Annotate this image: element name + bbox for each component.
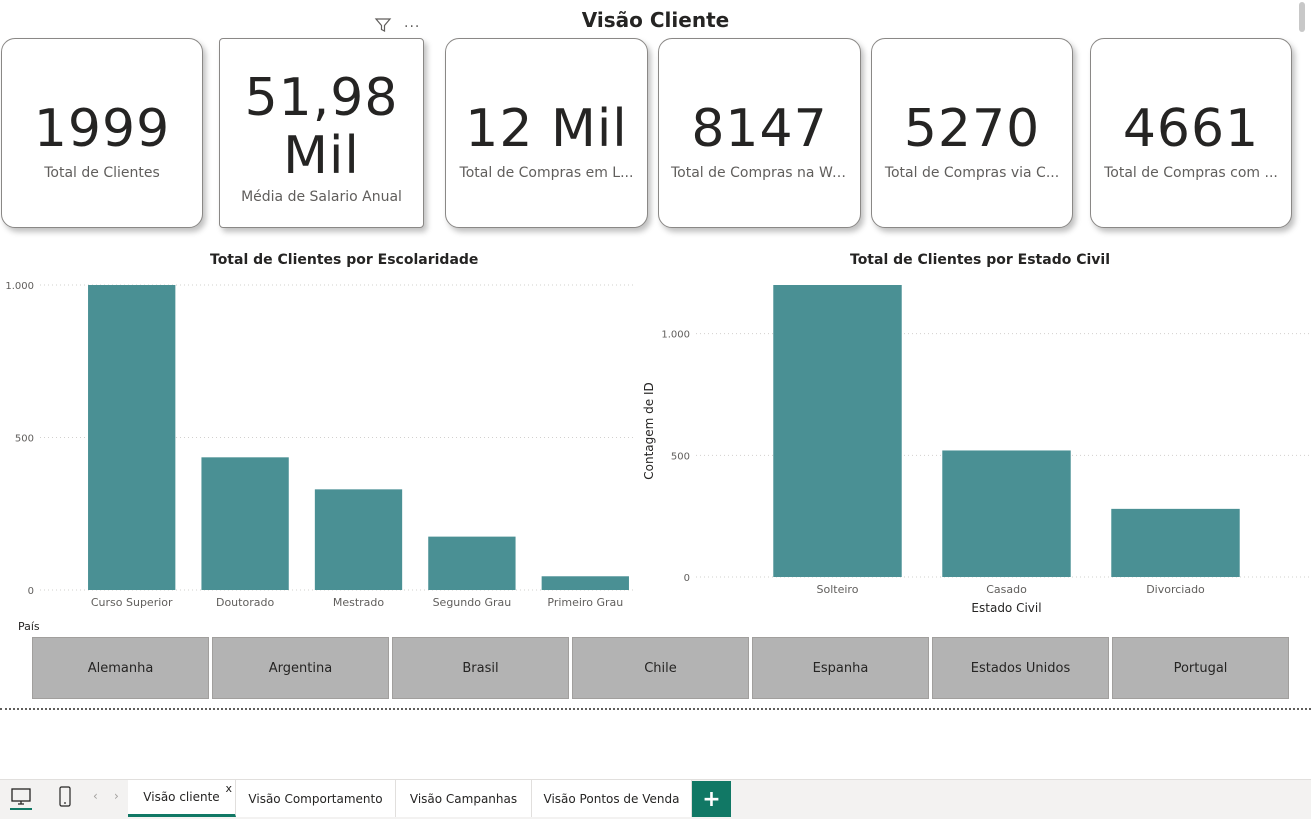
bar [942, 450, 1071, 577]
chart-escolaridade[interactable]: Total de Clientes por Escolaridade 0 500 1… [0, 248, 650, 618]
slicer-item[interactable]: Chile [572, 637, 749, 699]
kpi-value-line1: 51,98 [244, 68, 399, 128]
bar [428, 536, 516, 590]
country-slicer: Alemanha Argentina Brasil Chile Espanha … [32, 637, 1289, 699]
tab-visao-cliente[interactable]: Visão cliente x [128, 780, 236, 817]
add-page-button[interactable]: + [692, 781, 731, 817]
chart-estado-civil[interactable]: Total de Clientes por Estado Civil 0 500 1… [638, 248, 1311, 618]
kpi-label: Total de Compras na Web [671, 165, 850, 181]
bar [201, 457, 289, 590]
page-tab-bar: ‹ › Visão cliente x Visão Comportamento … [0, 779, 1311, 819]
bar [314, 489, 403, 590]
x-axis-title: Estado Civil [971, 601, 1041, 615]
slicer-item[interactable]: Alemanha [32, 637, 209, 699]
kpi-value: 5270 [903, 99, 1041, 159]
y-tick-label: 500 [15, 434, 34, 445]
kpi-card-compras-desconto[interactable]: 4661 Total de Compras com ... [1090, 38, 1292, 228]
y-axis-title: Contagem de ID [642, 382, 656, 479]
bar [773, 285, 902, 577]
kpi-label: Média de Salario Anual [241, 189, 402, 205]
page-boundary-divider [0, 708, 1311, 710]
tab-close-icon[interactable]: x [225, 782, 232, 795]
slicer-label: País [18, 620, 40, 633]
kpi-card-total-clientes[interactable]: 1999 Total de Clientes [1, 38, 203, 228]
x-tick-label: Segundo Grau [433, 596, 512, 609]
slicer-item[interactable]: Argentina [212, 637, 389, 699]
kpi-card-compras-loja[interactable]: 12 Mil Total de Compras em L... [445, 38, 648, 228]
kpi-label: Total de Clientes [44, 165, 160, 181]
bar [88, 285, 176, 590]
tab-label: Visão Campanhas [409, 791, 518, 806]
x-tick-label: Divorciado [1146, 583, 1205, 596]
kpi-card-compras-catalogo[interactable]: 5270 Total de Compras via C... [871, 38, 1073, 228]
kpi-card-media-salario[interactable]: 51,98 Mil Média de Salario Anual [219, 38, 424, 228]
kpi-card-compras-web[interactable]: 8147 Total de Compras na Web [658, 38, 861, 228]
desktop-view-icon[interactable] [10, 786, 32, 814]
tab-visao-pontos-de-venda[interactable]: Visão Pontos de Venda [532, 780, 692, 817]
bar [1111, 508, 1240, 577]
y-tick-label: 1.000 [661, 330, 690, 341]
kpi-value: 12 Mil [465, 99, 628, 159]
x-tick-label: Doutorado [216, 596, 274, 609]
tab-next-arrow[interactable]: › [114, 789, 119, 803]
tab-visao-comportamento[interactable]: Visão Comportamento [236, 780, 396, 817]
slicer-item[interactable]: Estados Unidos [932, 637, 1109, 699]
kpi-value: 1999 [33, 99, 171, 159]
y-tick-label: 1.000 [5, 281, 34, 292]
bar [541, 576, 629, 590]
clipped-title-fragment [380, 0, 860, 2]
x-tick-label: Mestrado [333, 596, 385, 609]
mobile-view-icon[interactable] [58, 786, 72, 812]
chart-estado-civil-svg: 0 500 1.000 Solteiro Casado Divorciado Estado … [642, 285, 1311, 615]
kpi-label: Total de Compras via C... [884, 165, 1060, 181]
tab-prev-arrow[interactable]: ‹ [93, 789, 98, 803]
x-tick-label: Solteiro [817, 583, 859, 596]
vertical-scrollbar[interactable] [1299, 2, 1305, 32]
chart-escolaridade-svg: 0 500 1.000 Curso Superior Doutorado Mestrado… [5, 281, 636, 609]
kpi-label: Total de Compras em L... [459, 165, 634, 181]
x-tick-label: Primeiro Grau [547, 596, 623, 609]
kpi-label: Total de Compras com ... [1104, 165, 1278, 181]
kpi-value: 8147 [691, 99, 828, 159]
x-tick-label: Curso Superior [91, 596, 173, 609]
y-tick-label: 0 [28, 586, 34, 597]
y-tick-label: 0 [684, 573, 690, 584]
tab-label: Visão cliente [143, 790, 220, 804]
tab-visao-campanhas[interactable]: Visão Campanhas [396, 780, 532, 817]
kpi-value-line2: Mil [283, 126, 360, 186]
y-tick-label: 500 [671, 451, 690, 462]
kpi-value: 4661 [1122, 99, 1260, 159]
slicer-item[interactable]: Brasil [392, 637, 569, 699]
slicer-item[interactable]: Espanha [752, 637, 929, 699]
page-title: Visão Cliente [581, 8, 730, 32]
slicer-item[interactable]: Portugal [1112, 637, 1289, 699]
tab-label: Visão Pontos de Venda [543, 791, 680, 806]
tab-label: Visão Comportamento [248, 791, 383, 806]
x-tick-label: Casado [986, 583, 1027, 596]
